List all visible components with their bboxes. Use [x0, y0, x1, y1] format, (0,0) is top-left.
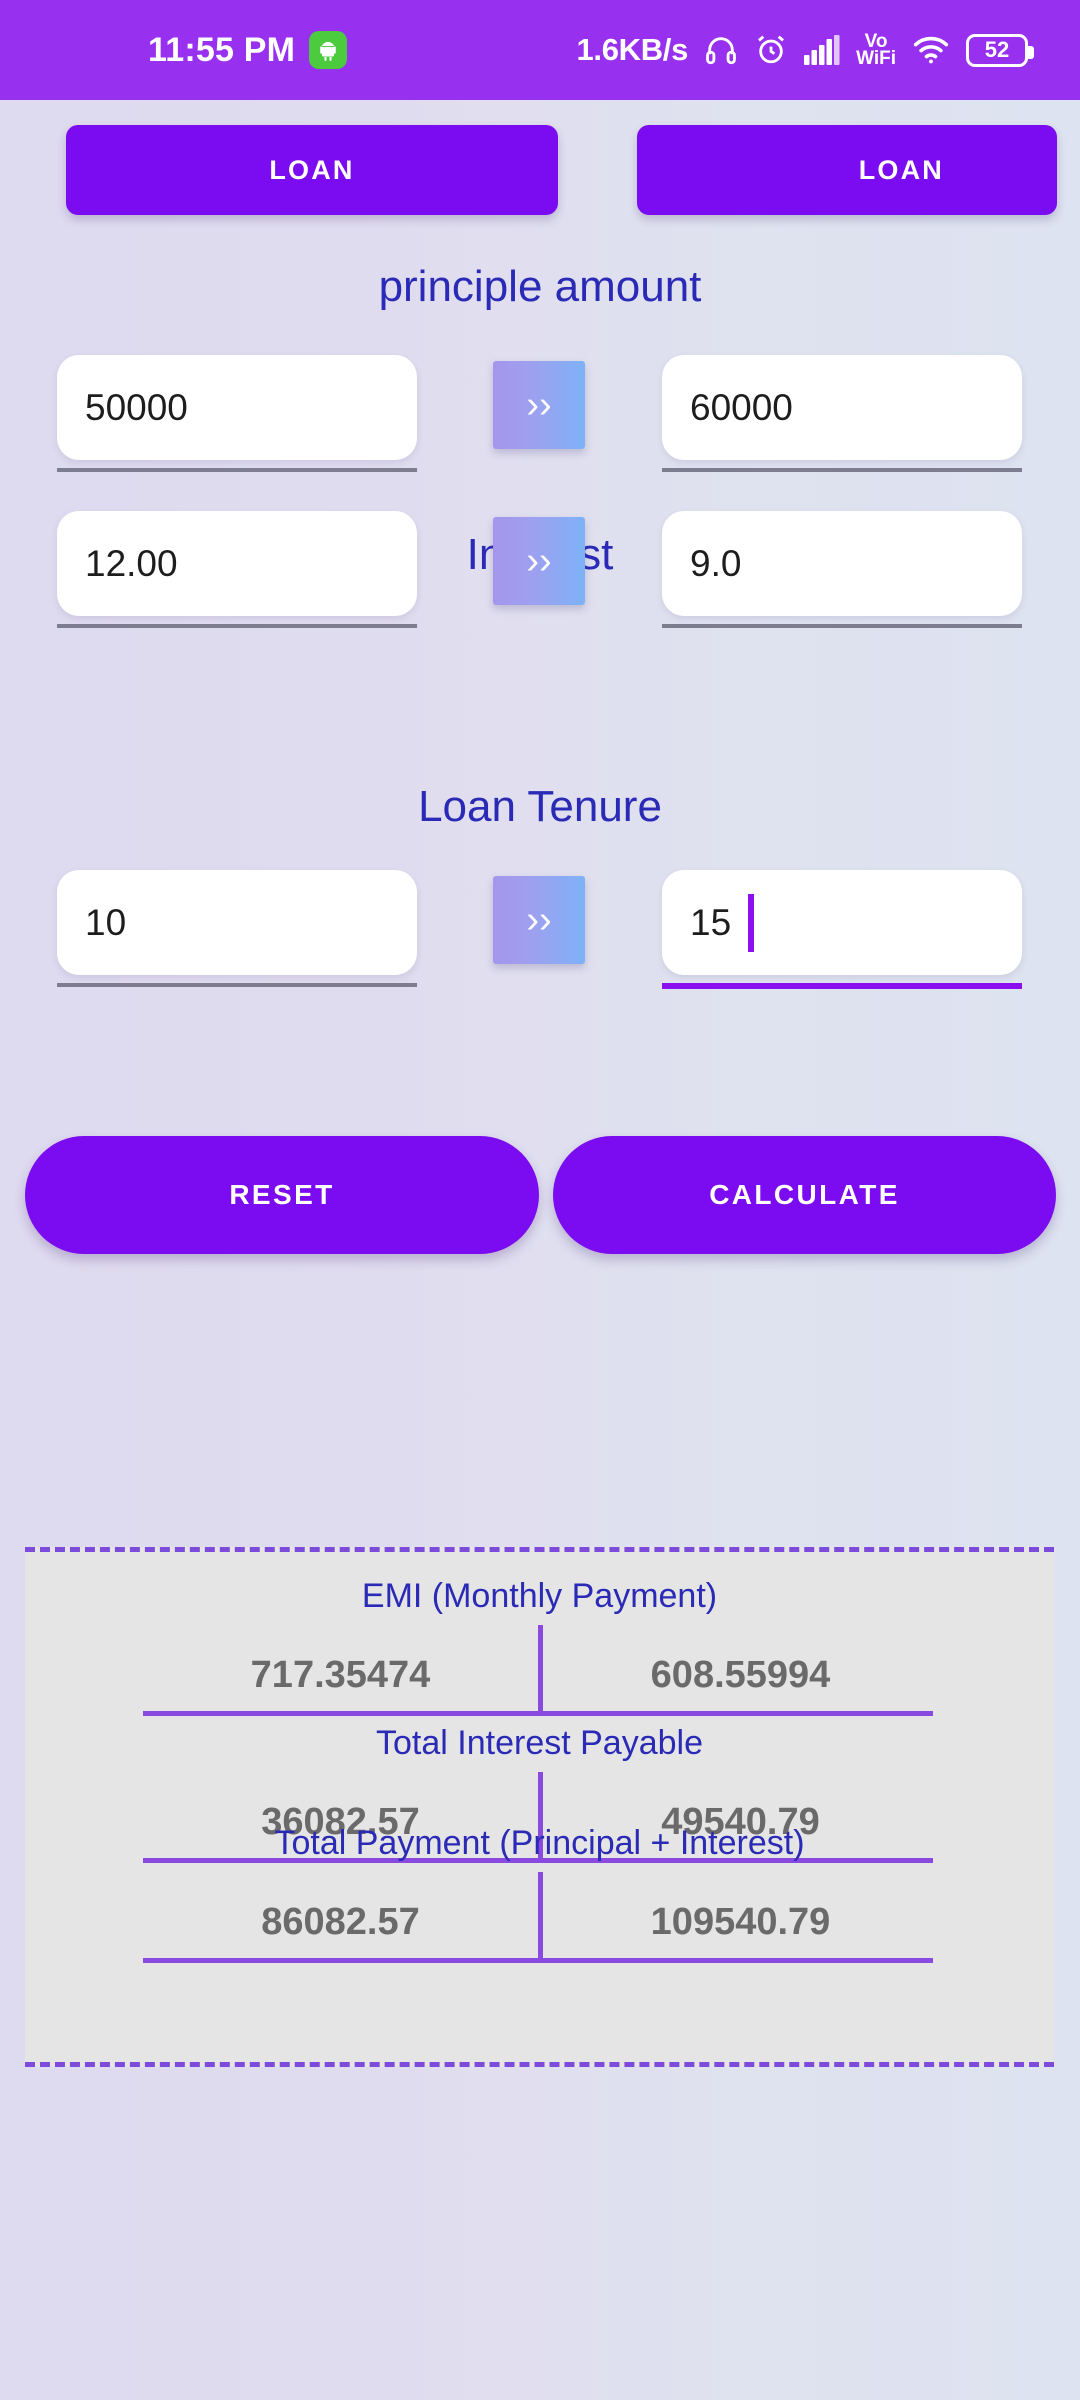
interest-left-wrapper — [57, 511, 417, 628]
status-bar-left: 11:55 PM — [148, 30, 348, 70]
tenure-right-wrapper — [662, 870, 1022, 989]
principle-left-wrapper — [57, 355, 417, 472]
network-speed: 1.6KB/s — [576, 32, 689, 67]
tenure-left-wrapper — [57, 870, 417, 987]
battery-level: 52 — [984, 37, 1010, 62]
tenure-right-input[interactable] — [662, 870, 1022, 975]
android-robot-icon — [309, 31, 348, 69]
result-horizontal-divider — [143, 1711, 933, 1716]
principle-left-underline — [57, 468, 417, 472]
principle-right-input[interactable] — [662, 355, 1022, 460]
result-horizontal-divider — [143, 1958, 933, 1963]
field-row-principle: ›› — [0, 355, 1080, 495]
results-panel: EMI (Monthly Payment) 717.35474 608.5599… — [25, 1547, 1054, 2067]
result-total-value-b: 109540.79 — [650, 1901, 831, 1943]
calculate-button[interactable]: CALCULATE — [553, 1136, 1056, 1254]
result-values-emi: 717.35474 608.55994 — [25, 1625, 1054, 1716]
result-label-total: Total Payment (Principal + Interest) — [274, 1824, 805, 1862]
loan-tabs-row: LOAN LOAN — [0, 125, 1080, 215]
status-bar: 11:55 PM 1.6KB/s Vo WiFi 52 — [0, 0, 1080, 100]
field-row-interest: ›› — [0, 511, 1080, 651]
clock: 11:55 PM — [148, 30, 296, 69]
result-values-total: 86082.57 109540.79 — [25, 1872, 1054, 1963]
vowifi-icon: Vo WiFi — [856, 31, 896, 69]
signal-bars-icon — [804, 35, 840, 65]
loan-tab-left[interactable]: LOAN — [66, 125, 558, 215]
tenure-copy-arrow-icon[interactable]: ›› — [493, 876, 585, 964]
section-title-tenure: Loan Tenure — [418, 782, 662, 831]
interest-copy-arrow-icon[interactable]: ›› — [493, 517, 585, 605]
section-title-principle: principle amount — [378, 262, 702, 311]
alarm-clock-icon — [754, 33, 788, 67]
tenure-left-underline — [57, 983, 417, 987]
principle-left-input[interactable] — [57, 355, 417, 460]
tenure-right-underline — [662, 983, 1022, 989]
result-emi-value-b: 608.55994 — [650, 1654, 831, 1696]
interest-left-input[interactable] — [57, 511, 417, 616]
interest-right-wrapper — [662, 511, 1022, 628]
principle-right-wrapper — [662, 355, 1022, 472]
result-emi-value-a: 717.35474 — [250, 1654, 431, 1696]
headphones-icon — [704, 33, 738, 67]
action-buttons-row: RESET CALCULATE — [0, 1136, 1080, 1256]
interest-left-underline — [57, 624, 417, 628]
loan-tab-right[interactable]: LOAN — [637, 125, 1057, 215]
vowifi-line2: WiFi — [856, 48, 896, 69]
result-label-emi: EMI (Monthly Payment) — [361, 1577, 718, 1615]
result-label-interest: Total Interest Payable — [376, 1724, 703, 1762]
result-total-value-a: 86082.57 — [261, 1901, 420, 1943]
interest-right-input[interactable] — [662, 511, 1022, 616]
wifi-icon — [912, 35, 950, 65]
principle-copy-arrow-icon[interactable]: ›› — [493, 361, 585, 449]
principle-right-underline — [662, 468, 1022, 472]
field-row-tenure: ›› — [0, 870, 1080, 1010]
tenure-left-input[interactable] — [57, 870, 417, 975]
reset-button[interactable]: RESET — [25, 1136, 539, 1254]
interest-right-underline — [662, 624, 1022, 628]
text-cursor — [748, 894, 754, 952]
battery-icon: 52 — [966, 33, 1034, 67]
status-bar-right: 1.6KB/s Vo WiFi 52 — [576, 31, 1034, 69]
